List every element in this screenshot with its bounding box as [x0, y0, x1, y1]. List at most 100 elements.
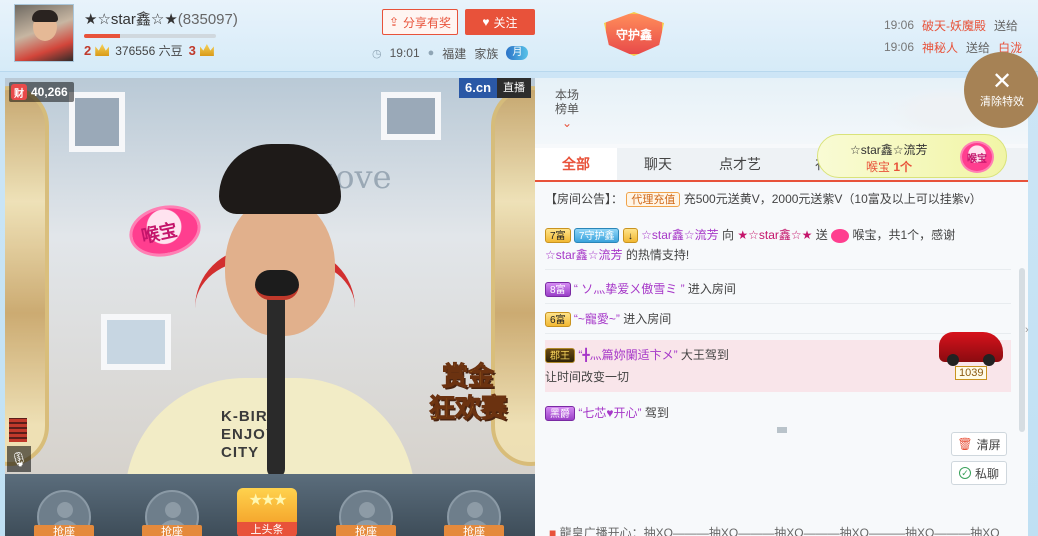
guard-badge-small: 7守护鑫 — [573, 228, 620, 244]
follow-button[interactable]: ♥ 关注 — [465, 9, 535, 35]
level-row: 2 376556 六豆 3 — [84, 42, 214, 58]
gift-toast: ☆star鑫☆流芳 喉宝 1个 喉宝 — [817, 134, 1007, 178]
gift-feed: 19:06 破天-妖魔殿 送给 19:06 神秘人 送给 白泷 — [884, 14, 1038, 58]
chat-list: 【房间公告】： 代理充值 充500元送黄V，2000元送紫V（10富及以上可以挂… — [545, 186, 1017, 430]
host-id: (835097) — [177, 11, 238, 28]
follow-label: 关注 — [493, 15, 518, 30]
feed-user[interactable]: 破天-妖魔殿 — [922, 17, 986, 34]
share-button[interactable]: ⇪ 分享有奖 — [382, 9, 458, 35]
host-location: 福建 — [442, 46, 467, 61]
wealth-badge: 8富 — [545, 282, 571, 298]
chat-username[interactable]: “╋灬篇妳闌适卞メ” — [578, 348, 677, 362]
hotness-value: 40,266 — [31, 85, 68, 99]
level-progress-bar — [84, 34, 216, 38]
grab-seat-button[interactable]: 抢座 — [336, 525, 396, 536]
gift-detail: 喉宝 1个 — [866, 158, 912, 175]
wealth-badge: 7富 — [545, 228, 571, 244]
reward-title: 赏金 — [441, 361, 494, 392]
beans-count: 376556 六豆 — [115, 42, 182, 59]
chat-panel: 本场 榜单 ⌄ 全部 聊天 点才艺 礼 ☆star鑫☆流芳 喉宝 1个 喉宝 【… — [535, 78, 1029, 536]
feed-user[interactable]: 神秘人 — [922, 39, 958, 56]
hotness-counter: 财 40,266 — [9, 82, 74, 102]
houbao-gift-icon: 喉宝 — [960, 141, 994, 173]
houbao-gift-effect: 喉宝 — [124, 199, 206, 263]
chat-message: 黑爵 “七芯♥开心” 驾到 — [545, 404, 1011, 422]
chevron-down-icon: ⌄ — [561, 116, 573, 130]
grab-seat-button[interactable]: 抢座 — [444, 525, 504, 536]
broadcast-bar[interactable]: ■ 龍皇广播开心：抽XO———抽XO———抽XO———抽XO———抽XO———抽… — [549, 524, 1019, 536]
car-icon — [939, 332, 1003, 366]
noble-badge: 黑爵 — [545, 406, 575, 422]
next-level: 3 — [188, 42, 196, 58]
grab-seat-button[interactable]: 抢座 — [34, 525, 94, 536]
car-number: 1039 — [955, 366, 988, 380]
stack-icon[interactable] — [9, 418, 27, 442]
megaphone-icon: ■ — [549, 526, 557, 536]
grab-seat-button[interactable]: 抢座 — [142, 525, 202, 536]
wealth-badge: 6富 — [545, 312, 571, 328]
chat-username[interactable]: “~寵愛~” — [574, 312, 620, 326]
host-hair — [219, 144, 341, 214]
rank-badge: ↓ — [622, 228, 638, 244]
chat-username[interactable]: ★☆star鑫☆★ — [737, 228, 812, 242]
host-nickname: ★☆star鑫☆★ — [84, 11, 178, 28]
chat-text: 驾到 — [644, 406, 669, 420]
headline-button[interactable]: ★★★ 上头条 — [237, 488, 297, 536]
current-level: 2 — [84, 42, 92, 58]
chat-message: 8富 “ ソ灬挚爱ㄨ傲雪ミ ” 进入房间 — [545, 280, 1011, 305]
room-header: ★☆star鑫☆★(835097) 2 376556 六豆 3 ⇪ 分享有奖 ♥… — [0, 0, 1038, 72]
crown-icon — [199, 44, 214, 56]
ranking-toggle[interactable]: 本场 榜单 ⌄ — [549, 88, 585, 130]
chevron-right-icon[interactable]: › — [1025, 324, 1033, 340]
clear-effects-label: 清除特效 — [980, 96, 1024, 108]
chat-text: 送 — [815, 228, 828, 242]
chat-username[interactable]: “七芯♥开心” — [578, 406, 641, 420]
live-label: 直播 — [497, 78, 532, 98]
room-notice: 【房间公告】： 代理充值 充500元送黄V，2000元送紫V（10富及以上可以挂… — [545, 190, 1011, 208]
beans-unit: 六豆 — [158, 43, 183, 58]
chat-scrollbar[interactable] — [1019, 268, 1025, 432]
gift-count: 1个 — [893, 160, 913, 174]
live-video[interactable]: love K-BIRD ENJOY CITY 财 40,266 6.cn 直播 … — [5, 78, 535, 474]
room-meta: ◷ 19:01 ● 福建 家族 月 — [372, 45, 529, 61]
crown-icon — [95, 44, 110, 56]
chat-message-cont: ☆star鑫☆流芳 的热情支持! — [545, 246, 1011, 270]
feed-action: 送给 — [994, 18, 1019, 33]
chat-username[interactable]: ☆star鑫☆流芳 — [641, 228, 719, 242]
chat-text: 向 — [722, 228, 735, 242]
broadcast-text: 龍皇广播开心：抽XO———抽XO———抽XO———抽XO———抽XO———抽XO — [559, 526, 1000, 536]
host-avatar[interactable] — [14, 4, 74, 62]
gift-name: 喉宝 — [866, 160, 891, 174]
family-label: 家族 — [474, 46, 499, 61]
tab-talent[interactable]: 点才艺 — [699, 148, 781, 180]
gift-sender: ☆star鑫☆流芳 — [850, 143, 928, 157]
chat-text: 大王驾到 — [680, 348, 729, 362]
trash-icon: 🗑 — [957, 437, 973, 451]
close-icon: ✕ — [991, 68, 1013, 95]
clear-screen-label: 清屏 — [976, 437, 1001, 452]
chat-text: 进入房间 — [623, 312, 672, 326]
chat-message-cont: 让时间改变一切 — [545, 368, 1011, 385]
heart-icon: ♥ — [482, 15, 490, 29]
guard-badge[interactable]: 守护鑫 — [604, 12, 664, 56]
clear-effects-button[interactable]: ✕ 清除特效 — [964, 52, 1038, 128]
notice-tag[interactable]: 代理充值 — [626, 192, 681, 208]
clear-screen-button[interactable]: 🗑 清屏 — [951, 432, 1007, 456]
host-name[interactable]: ★☆star鑫☆★(835097) — [84, 8, 238, 29]
guard-label: 守护鑫 — [615, 27, 652, 42]
family-badge[interactable]: 月 — [506, 46, 529, 60]
tab-all[interactable]: 全部 — [535, 148, 617, 180]
resize-handle[interactable] — [777, 427, 787, 433]
private-chat-button[interactable]: ✓ 私聊 — [951, 461, 1007, 485]
chat-username[interactable]: ☆star鑫☆流芳 — [545, 248, 623, 262]
level-progress-fill — [84, 34, 120, 38]
chat-text: 喉宝，共1个，感谢 — [852, 228, 956, 242]
headline-label: 上头条 — [237, 522, 297, 536]
reward-event-banner[interactable]: 赏金 狂欢赛 — [413, 352, 523, 432]
chat-message: 7富 7守护鑫 ↓ ☆star鑫☆流芳 向 ★☆star鑫☆★ 送 喉宝，共1个… — [545, 226, 1011, 244]
feed-action: 送给 — [966, 40, 991, 55]
gift-icon — [831, 228, 850, 243]
microphone-toggle-icon[interactable]: 🎙 — [7, 446, 31, 472]
tab-chat[interactable]: 聊天 — [617, 148, 699, 180]
chat-username[interactable]: “ ソ灬挚爱ㄨ傲雪ミ ” — [574, 282, 685, 296]
